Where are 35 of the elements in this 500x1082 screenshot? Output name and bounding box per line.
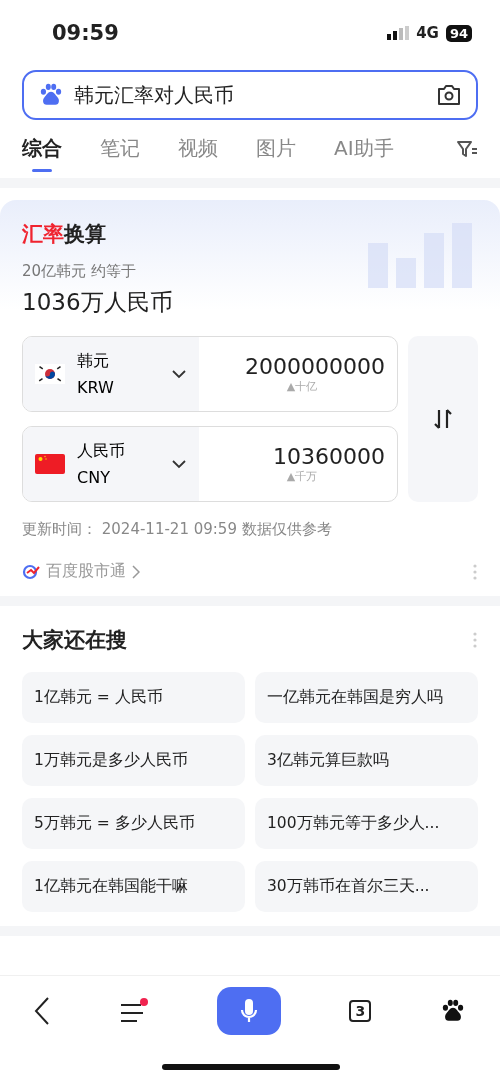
back-button[interactable] bbox=[34, 996, 51, 1026]
search-tab[interactable]: 笔记 bbox=[100, 126, 140, 172]
chevron-right-icon bbox=[132, 564, 140, 579]
conversion-summary: 20亿韩元 约等于 bbox=[22, 262, 137, 281]
signal-icon bbox=[387, 26, 410, 40]
camera-icon[interactable] bbox=[436, 83, 462, 107]
menu-button[interactable] bbox=[118, 997, 149, 1025]
clock: 09:59 bbox=[52, 21, 120, 45]
paw-logo-icon bbox=[38, 82, 64, 108]
source-logo-icon bbox=[22, 562, 40, 581]
conversion-result: 1036万人民币 bbox=[22, 288, 174, 317]
related-search[interactable]: 1万韩元是多少人民币 bbox=[22, 735, 245, 786]
search-tab[interactable]: 综合 bbox=[22, 126, 62, 172]
related-search[interactable]: 1亿韩元在韩国能干嘛 bbox=[22, 861, 245, 912]
related-search[interactable]: 3亿韩元算巨款吗 bbox=[255, 735, 478, 786]
tabs-count-button[interactable]: 3 bbox=[349, 1000, 372, 1022]
related-search[interactable]: 1亿韩元 = 人民币 bbox=[22, 672, 245, 723]
search-tab[interactable]: 视频 bbox=[178, 126, 218, 172]
update-time: 更新时间： 2024-11-21 09:59 数据仅供参考 bbox=[22, 520, 333, 539]
search-tab[interactable]: 图片 bbox=[256, 126, 296, 172]
swap-icon bbox=[433, 408, 453, 430]
search-bar[interactable]: 韩元汇率对人民币 bbox=[22, 70, 478, 120]
microphone-icon bbox=[238, 997, 259, 1025]
search-field[interactable]: 韩元汇率对人民币 bbox=[74, 83, 426, 107]
search-tab[interactable]: AI助手 bbox=[334, 126, 394, 172]
filter-icon[interactable] bbox=[456, 138, 478, 160]
card-title: 汇率换算 bbox=[22, 221, 107, 248]
section-title: 大家还在搜 bbox=[22, 627, 127, 654]
voice-search-button[interactable] bbox=[216, 987, 281, 1035]
related-search[interactable]: 一亿韩元在韩国是穷人吗 bbox=[255, 672, 478, 723]
related-search[interactable]: 100万韩元等于多少人... bbox=[255, 798, 478, 849]
network-type: 4G bbox=[416, 24, 439, 42]
battery-level: 94 bbox=[445, 24, 472, 42]
related-search[interactable]: 5万韩元 = 多少人民币 bbox=[22, 798, 245, 849]
related-search[interactable]: 30万韩币在首尔三天... bbox=[255, 861, 478, 912]
